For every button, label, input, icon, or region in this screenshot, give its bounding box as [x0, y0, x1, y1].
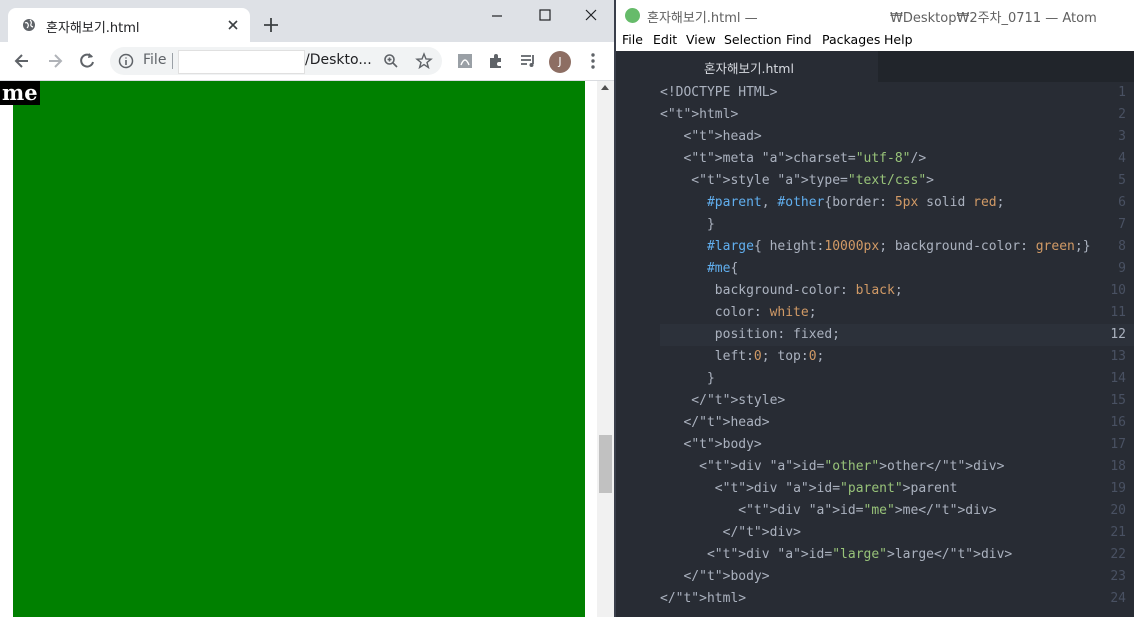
- line-number: 23: [1110, 569, 1126, 584]
- line-number: 6: [1118, 195, 1126, 210]
- code-line[interactable]: <"t">head>: [660, 129, 761, 144]
- url-separator: [172, 53, 173, 69]
- window-divider: [614, 0, 616, 617]
- code-line[interactable]: <"t">div "a">id="parent">parent: [660, 481, 958, 496]
- menu-edit[interactable]: Edit: [653, 32, 677, 47]
- code-line[interactable]: <"t">div "a">id="large">large</"t">div>: [660, 547, 1012, 562]
- code-line[interactable]: <"t">body>: [660, 437, 761, 452]
- code-line[interactable]: </"t">div>: [660, 525, 801, 540]
- atom-title-path: ₩Desktop₩2주차_0711 — Atom: [890, 11, 1097, 26]
- code-line[interactable]: </"t">html>: [660, 591, 746, 606]
- forward-arrow-icon[interactable]: [45, 51, 65, 71]
- extensions-puzzle-icon[interactable]: [486, 51, 506, 71]
- code-line[interactable]: <"t">div "a">id="other">other</"t">div>: [660, 459, 1004, 474]
- line-number: 21: [1110, 525, 1126, 540]
- code-line[interactable]: </"t">body>: [660, 569, 769, 584]
- minimize-icon[interactable]: [486, 6, 508, 26]
- editor-tab-bar: 혼자해보기.html: [616, 51, 1134, 82]
- editor-tab[interactable]: 혼자해보기.html: [616, 51, 878, 82]
- atom-logo-icon: [625, 8, 640, 23]
- code-line[interactable]: #parent, #other{border: 5px solid red;: [660, 195, 1004, 210]
- code-line[interactable]: <"t">div "a">id="me">me</"t">div>: [660, 503, 996, 518]
- page-viewport[interactable]: me: [0, 81, 614, 617]
- menu-find[interactable]: Find: [786, 32, 812, 47]
- menu-packages[interactable]: Packages: [822, 32, 880, 47]
- editor-tab-label: 혼자해보기.html: [704, 61, 794, 76]
- chrome-window: 혼자해보기.html File /Deskto... J me: [0, 0, 614, 617]
- address-bar[interactable]: File /Deskto...: [110, 47, 442, 75]
- line-number: 14: [1110, 371, 1126, 386]
- line-number: 1: [1118, 85, 1126, 100]
- line-number: 11: [1110, 305, 1126, 320]
- line-number: 17: [1110, 437, 1126, 452]
- scroll-up-arrow-icon[interactable]: [601, 85, 609, 90]
- back-arrow-icon[interactable]: [12, 51, 32, 71]
- code-line[interactable]: background-color: black;: [660, 283, 903, 298]
- url-path: /Deskto...: [305, 52, 372, 68]
- url-scheme: File: [143, 52, 167, 68]
- line-number: 7: [1118, 217, 1126, 232]
- code-line[interactable]: </"t">head>: [660, 415, 769, 430]
- code-line[interactable]: #large{ height:10000px; background-color…: [660, 239, 1091, 254]
- code-line[interactable]: <"t">meta "a">charset="utf-8"/>: [660, 151, 926, 166]
- large-green-div: [13, 81, 585, 617]
- code-line[interactable]: <"t">html>: [660, 107, 738, 122]
- atom-title-file: 혼자해보기.html —: [647, 11, 758, 26]
- code-line[interactable]: position: fixed;: [660, 327, 840, 342]
- atom-menubar: File Edit View Selection Find Packages H…: [616, 31, 1134, 52]
- code-line[interactable]: }: [660, 371, 715, 386]
- tab-strip: 혼자해보기.html: [0, 0, 614, 42]
- line-number: 20: [1110, 503, 1126, 518]
- line-number: 13: [1110, 349, 1126, 364]
- vertical-scrollbar[interactable]: [597, 81, 614, 617]
- line-number: 22: [1110, 547, 1126, 562]
- line-number: 9: [1118, 261, 1126, 276]
- code-line[interactable]: <!DOCTYPE HTML>: [660, 85, 777, 100]
- media-queue-icon[interactable]: [518, 51, 538, 71]
- code-line[interactable]: color: white;: [660, 305, 817, 320]
- line-number: 5: [1118, 173, 1126, 188]
- maximize-icon[interactable]: [534, 6, 556, 26]
- me-fixed-div: me: [0, 80, 40, 105]
- close-tab-icon[interactable]: [224, 16, 242, 34]
- menu-selection[interactable]: Selection: [724, 32, 782, 47]
- scroll-thumb[interactable]: [599, 435, 612, 493]
- browser-toolbar: File /Deskto... J: [0, 42, 614, 81]
- atom-titlebar: 혼자해보기.html — ₩Desktop₩2주차_0711 — Atom: [616, 0, 1134, 31]
- profile-avatar[interactable]: J: [549, 51, 571, 73]
- line-number: 3: [1118, 129, 1126, 144]
- menu-file[interactable]: File: [622, 32, 643, 47]
- reload-icon[interactable]: [77, 51, 97, 71]
- close-window-icon[interactable]: [580, 6, 602, 26]
- redacted-url: [178, 50, 305, 74]
- code-line[interactable]: </"t">style>: [660, 393, 785, 408]
- line-number: 24: [1110, 591, 1126, 606]
- pdf-extension-icon[interactable]: [455, 51, 475, 71]
- new-tab-icon[interactable]: [262, 16, 280, 34]
- line-number: 16: [1110, 415, 1126, 430]
- menu-view[interactable]: View: [686, 32, 716, 47]
- more-menu-icon[interactable]: [583, 51, 603, 71]
- globe-icon: [23, 19, 35, 31]
- line-number: 19: [1110, 481, 1126, 496]
- bookmark-star-icon[interactable]: [415, 52, 433, 70]
- line-number: 18: [1110, 459, 1126, 474]
- atom-window: 혼자해보기.html — ₩Desktop₩2주차_0711 — Atom Fi…: [614, 0, 1134, 617]
- line-number: 8: [1118, 239, 1126, 254]
- line-number: 4: [1118, 151, 1126, 166]
- menu-help[interactable]: Help: [884, 32, 913, 47]
- code-line[interactable]: #me{: [660, 261, 738, 276]
- line-number: 12: [1110, 327, 1126, 342]
- tab-title: 혼자해보기.html: [46, 21, 140, 36]
- line-number: 15: [1110, 393, 1126, 408]
- zoom-icon[interactable]: [383, 53, 399, 69]
- code-line[interactable]: }: [660, 217, 715, 232]
- info-icon[interactable]: [118, 53, 134, 69]
- line-number: 10: [1110, 283, 1126, 298]
- browser-tab[interactable]: 혼자해보기.html: [8, 8, 250, 42]
- line-number: 2: [1118, 107, 1126, 122]
- code-line[interactable]: <"t">style "a">type="text/css">: [660, 173, 934, 188]
- code-line[interactable]: left:0; top:0;: [660, 349, 825, 364]
